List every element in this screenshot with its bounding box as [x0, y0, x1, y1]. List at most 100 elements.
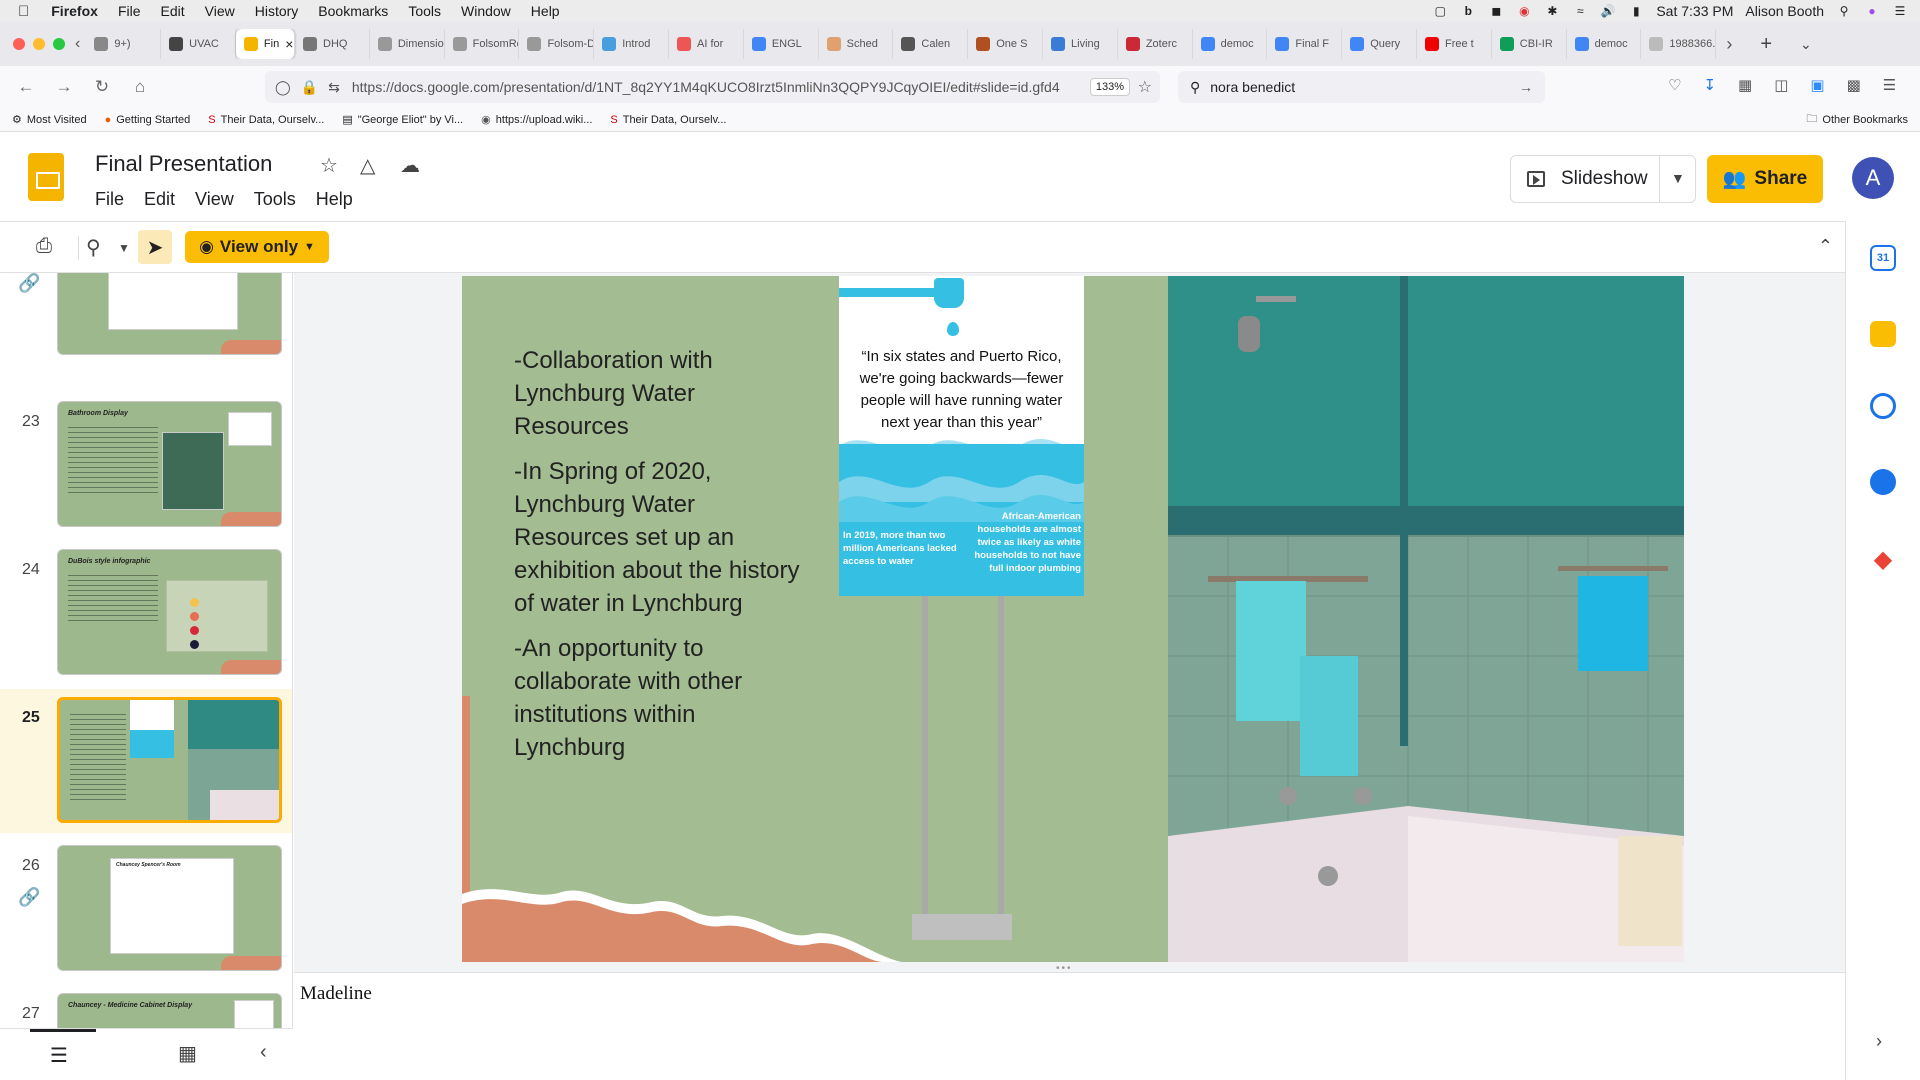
- bookmark-other[interactable]: 🗀 Other Bookmarks: [1806, 110, 1908, 129]
- screenshot-icon[interactable]: ▦: [1738, 76, 1752, 94]
- clock[interactable]: Sat 7:33 PM: [1656, 3, 1733, 19]
- menu-file[interactable]: File: [118, 3, 141, 19]
- select-cursor-button[interactable]: ➤: [138, 230, 172, 264]
- slideshow-dropdown-chevron-icon[interactable]: ▼: [1671, 170, 1685, 186]
- bookmark-getting-started[interactable]: ● Getting Started: [105, 114, 191, 126]
- print-icon[interactable]: ⎙: [36, 235, 52, 258]
- bookmark-george-eliot[interactable]: ▤ "George Eliot" by Vi...: [342, 113, 463, 127]
- permissions-icon[interactable]: ⇆: [328, 79, 340, 96]
- battery-icon[interactable]: ▮: [1628, 4, 1644, 18]
- volume-icon[interactable]: 🔊: [1600, 4, 1616, 18]
- zoom-dropdown-chevron-icon[interactable]: ▼: [118, 241, 130, 255]
- cloud-saved-icon[interactable]: ☁: [400, 153, 420, 178]
- slides-logo-icon[interactable]: [28, 153, 64, 201]
- minimize-window-button[interactable]: [33, 38, 45, 50]
- doc-menu-file[interactable]: File: [95, 189, 124, 210]
- speaker-notes-text[interactable]: Madeline: [300, 983, 372, 1005]
- maps-icon[interactable]: ◆: [1870, 547, 1896, 573]
- browser-tab[interactable]: Dimension: [370, 29, 445, 59]
- browser-tab[interactable]: Living: [1043, 29, 1118, 59]
- browser-tab[interactable]: democ: [1567, 29, 1642, 59]
- zoom-extension-icon[interactable]: ▣: [1810, 76, 1824, 94]
- browser-tab[interactable]: Sched: [819, 29, 894, 59]
- browser-tab[interactable]: democ: [1193, 29, 1268, 59]
- extension-icon[interactable]: ▩: [1847, 76, 1861, 94]
- search-go-arrow-icon[interactable]: →: [1519, 79, 1533, 95]
- menu-tools[interactable]: Tools: [408, 3, 441, 19]
- tab-scroll-left-icon[interactable]: ‹: [75, 35, 80, 53]
- hide-filmstrip-chevron-icon[interactable]: ‹: [260, 1041, 267, 1064]
- status-icon-red[interactable]: ◉: [1516, 4, 1532, 18]
- slide-thumbnail[interactable]: [57, 697, 282, 823]
- browser-tab[interactable]: CBI-IR: [1492, 29, 1567, 59]
- browser-tab[interactable]: Introd: [594, 29, 670, 59]
- share-button[interactable]: 👥 Share: [1707, 155, 1823, 203]
- shield-icon[interactable]: ◯: [275, 79, 291, 96]
- user-name[interactable]: Alison Booth: [1745, 3, 1824, 19]
- menu-edit[interactable]: Edit: [161, 3, 185, 19]
- move-to-drive-icon[interactable]: △: [360, 153, 375, 178]
- forward-button[interactable]: →: [50, 73, 78, 101]
- doc-menu-edit[interactable]: Edit: [144, 189, 175, 210]
- filmstrip-view-icon[interactable]: ☰: [50, 1043, 68, 1068]
- siri-icon[interactable]: ●: [1864, 4, 1880, 18]
- view-only-button[interactable]: ◉ View only ▼: [185, 231, 329, 263]
- bookmark-most-visited[interactable]: ⚙ Most Visited: [12, 113, 87, 127]
- menu-bookmarks[interactable]: Bookmarks: [318, 3, 388, 19]
- status-icon-1[interactable]: ▢: [1432, 4, 1448, 18]
- speaker-notes[interactable]: Madeline: [294, 972, 1845, 1080]
- zoom-level-badge[interactable]: 133%: [1089, 78, 1130, 96]
- slideshow-button[interactable]: Slideshow ▼: [1510, 155, 1696, 203]
- browser-tab[interactable]: ENGL: [744, 29, 819, 59]
- menu-history[interactable]: History: [255, 3, 299, 19]
- apple-icon[interactable]: : [18, 3, 29, 20]
- browser-tab[interactable]: Zoterc: [1118, 29, 1193, 59]
- filmstrip-slide-current[interactable]: 25: [0, 689, 292, 833]
- browser-tab[interactable]: Folsom-D: [519, 29, 595, 59]
- zoom-icon[interactable]: ⚲: [86, 235, 101, 260]
- browser-tab[interactable]: FolsomRe: [445, 29, 520, 59]
- doc-menu-help[interactable]: Help: [316, 189, 353, 210]
- search-bar[interactable]: ⚲ nora benedict →: [1178, 71, 1545, 103]
- close-window-button[interactable]: [13, 38, 25, 50]
- browser-tab[interactable]: Final F: [1267, 29, 1343, 59]
- menu-view[interactable]: View: [205, 3, 235, 19]
- status-icon-c[interactable]: ◼: [1488, 4, 1504, 18]
- lock-icon[interactable]: 🔒: [301, 79, 318, 96]
- tab-list-chevron-icon[interactable]: ⌄: [1800, 36, 1812, 53]
- zoom-window-button[interactable]: [53, 38, 65, 50]
- tasks-icon[interactable]: [1870, 393, 1896, 419]
- slide-thumbnail[interactable]: [57, 273, 282, 355]
- bookmark-star-icon[interactable]: ☆: [1138, 77, 1152, 97]
- bookmark-their-data-1[interactable]: S Their Data, Ourselv...: [208, 114, 324, 126]
- slide-thumbnail[interactable]: DuBois style infographic: [57, 549, 282, 675]
- url-text[interactable]: https://docs.google.com/presentation/d/1…: [352, 79, 1082, 95]
- browser-tab[interactable]: Query: [1342, 29, 1417, 59]
- reload-button[interactable]: ↻: [88, 73, 116, 101]
- browser-tab[interactable]: AI for: [669, 29, 744, 59]
- pocket-icon[interactable]: ♡: [1668, 76, 1681, 94]
- browser-tab[interactable]: 1988366.: [1641, 29, 1717, 59]
- keep-icon[interactable]: [1870, 321, 1896, 347]
- close-tab-icon[interactable]: ×: [285, 36, 293, 52]
- browser-tab[interactable]: DHQ: [295, 29, 370, 59]
- filmstrip-slide[interactable]: 23 Bathroom Display: [0, 393, 292, 537]
- collapse-menus-chevron-up-icon[interactable]: ⌃: [1818, 236, 1833, 257]
- filmstrip-slide[interactable]: 26 🔗 Chauncey Spencer's Room: [0, 837, 292, 981]
- bluetooth-icon[interactable]: ✱: [1544, 4, 1560, 18]
- browser-tab[interactable]: 9+): [86, 29, 162, 59]
- doc-menu-tools[interactable]: Tools: [254, 189, 296, 210]
- wifi-icon[interactable]: ≈: [1572, 4, 1588, 18]
- url-bar[interactable]: ◯ 🔒 ⇆ https://docs.google.com/presentati…: [265, 71, 1160, 103]
- downloads-icon[interactable]: ↧: [1703, 76, 1716, 94]
- browser-tab[interactable]: Calen: [893, 29, 969, 59]
- control-center-icon[interactable]: ☰: [1892, 4, 1908, 18]
- hamburger-menu-icon[interactable]: ☰: [1883, 76, 1896, 94]
- expand-side-panel-chevron-icon[interactable]: ›: [1876, 1031, 1882, 1052]
- browser-tab[interactable]: UVAC: [161, 29, 236, 59]
- grid-view-icon[interactable]: ▦: [178, 1041, 197, 1066]
- menu-help[interactable]: Help: [531, 3, 560, 19]
- bookmark-upload-wiki[interactable]: ◉ https://upload.wiki...: [481, 113, 592, 127]
- sidebar-icon[interactable]: ◫: [1774, 76, 1788, 94]
- current-slide[interactable]: -Collaboration with Lynchburg Water Reso…: [462, 276, 1684, 962]
